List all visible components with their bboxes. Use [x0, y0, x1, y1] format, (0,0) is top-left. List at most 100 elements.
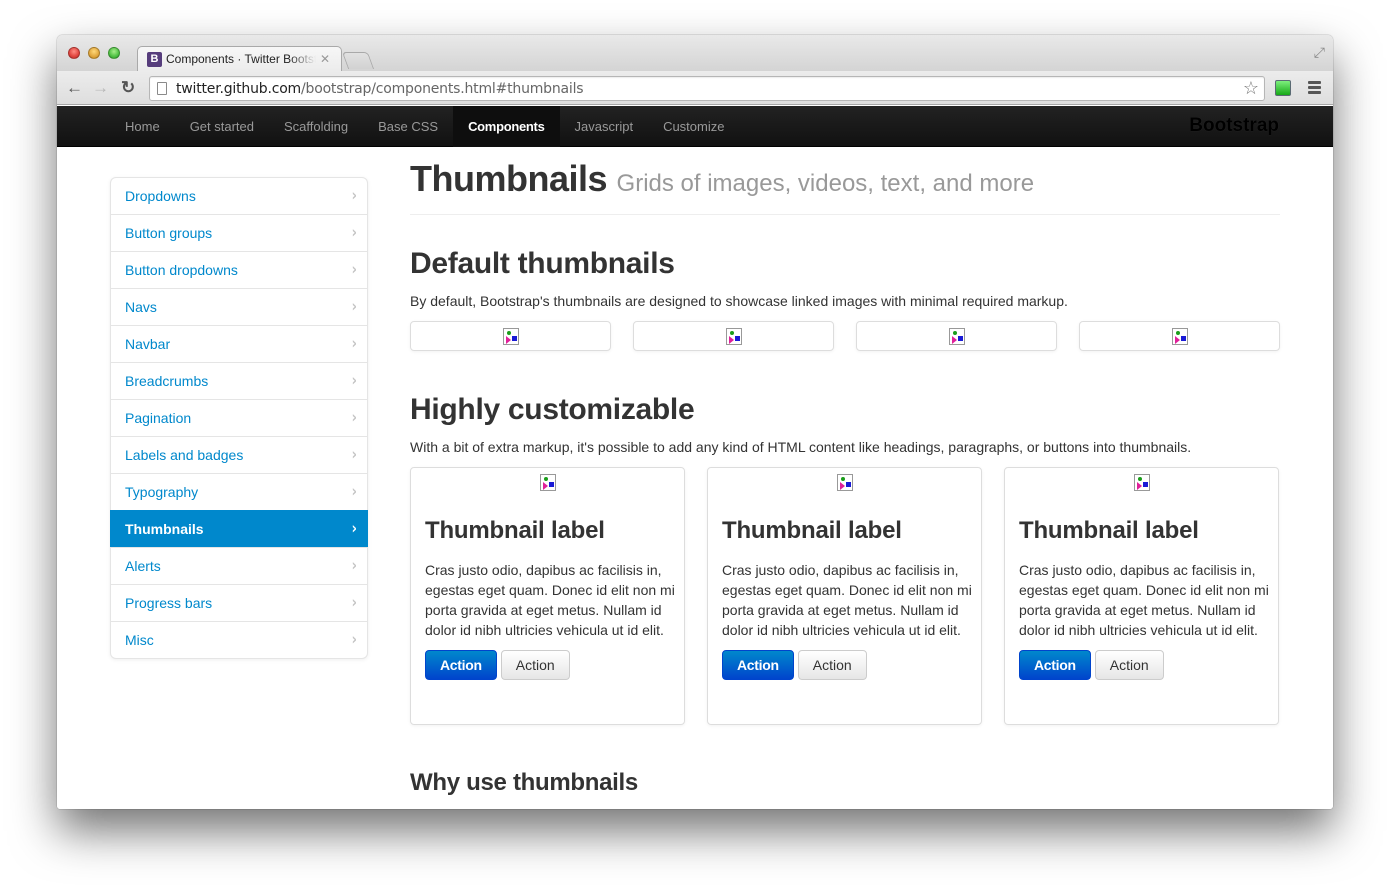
bootstrap-favicon-icon: B: [147, 51, 162, 67]
page-title-text: Thumbnails: [410, 158, 608, 199]
url-host: twitter.github.com: [176, 80, 301, 97]
sidebar-item-alerts[interactable]: Alerts ›: [111, 547, 367, 584]
page-viewport: Home Get started Scaffolding Base CSS Co…: [57, 106, 1333, 809]
thumbnail-link[interactable]: [633, 321, 834, 351]
address-bar[interactable]: twitter.github.com/bootstrap/components.…: [149, 76, 1265, 101]
thumbnail-caption: Thumbnail label Cras justo odio, dapibus…: [722, 517, 972, 680]
close-window-button[interactable]: [68, 47, 80, 59]
sidebar-nav: Dropdowns › Button groups › Button dropdow…: [110, 177, 368, 659]
sidebar-item-label: Button dropdowns: [125, 262, 238, 278]
customizable-description: With a bit of extra markup, it's possibl…: [410, 439, 1192, 455]
extension-monitor-icon[interactable]: [1275, 80, 1291, 96]
tab-close-icon[interactable]: ✕: [320, 52, 330, 66]
browser-tab[interactable]: B Components · Twitter Bootstrap ✕: [137, 46, 342, 71]
sidebar-item-labels-and-badges[interactable]: Labels and badges ›: [111, 436, 367, 473]
thumbnail-text: Cras justo odio, dapibus ac facilisis in…: [722, 562, 972, 638]
default-thumbnails-grid: [410, 321, 1280, 351]
primary-action-button[interactable]: Action: [425, 650, 497, 680]
secondary-action-button[interactable]: Action: [797, 650, 867, 680]
chevron-right-icon: ›: [351, 335, 357, 353]
sidebar-item-label: Pagination: [125, 410, 192, 426]
chevron-right-icon: ›: [351, 483, 357, 501]
broken-image-icon: [948, 327, 965, 345]
chevron-right-icon: ›: [351, 261, 357, 279]
chevron-right-icon: ›: [351, 409, 357, 427]
hamburger-menu-icon[interactable]: [1308, 81, 1321, 96]
sidebar-item-navs[interactable]: Navs ›: [111, 288, 367, 325]
sidebar-item-label: Typography: [125, 484, 199, 500]
primary-action-button[interactable]: Action: [1019, 650, 1091, 680]
sidebar-item-label: Navbar: [125, 336, 171, 352]
chevron-right-icon: ›: [351, 520, 357, 538]
chevron-right-icon: ›: [351, 224, 357, 242]
chevron-right-icon: ›: [351, 446, 357, 464]
chevron-right-icon: ›: [351, 631, 357, 649]
main-content: Thumbnails Grids of images, videos, text…: [410, 147, 1280, 797]
sidebar-item-label: Progress bars: [125, 595, 213, 611]
sidebar-item-misc[interactable]: Misc ›: [111, 621, 367, 658]
fullscreen-icon[interactable]: ⤢: [1314, 44, 1325, 61]
sidebar-item-label: Thumbnails: [125, 521, 204, 537]
chevron-right-icon: ›: [351, 557, 357, 575]
broken-image-icon: [539, 474, 556, 491]
reload-icon[interactable]: ↻: [121, 78, 135, 98]
thumbnail-text: Cras justo odio, dapibus ac facilisis in…: [1019, 562, 1269, 638]
thumbnail-label: Thumbnail label: [425, 517, 605, 544]
chevron-right-icon: ›: [351, 372, 357, 390]
sidebar-item-typography[interactable]: Typography ›: [111, 473, 367, 510]
bookmark-star-icon[interactable]: ☆: [1243, 78, 1259, 99]
page-icon: [157, 82, 167, 95]
navbar-brand[interactable]: Bootstrap: [1189, 115, 1279, 137]
primary-action-button[interactable]: Action: [722, 650, 794, 680]
nav-home[interactable]: Home: [110, 106, 175, 147]
url-path: /bootstrap/components.html#thumbnails: [301, 80, 584, 97]
sidebar-item-breadcrumbs[interactable]: Breadcrumbs ›: [111, 362, 367, 399]
browser-toolbar: ← → ↻ twitter.github.com/bootstrap/compo…: [57, 71, 1333, 105]
thumbnail-caption: Thumbnail label Cras justo odio, dapibus…: [425, 517, 675, 680]
thumbnail-label: Thumbnail label: [1019, 517, 1199, 544]
secondary-action-button[interactable]: Action: [1094, 650, 1164, 680]
browser-window: B Components · Twitter Bootstrap ✕ ⤢ ← →…: [57, 35, 1333, 809]
thumbnail-card: Thumbnail label Cras justo odio, dapibus…: [707, 467, 982, 725]
nav-javascript[interactable]: Javascript: [560, 106, 649, 147]
sidebar-item-label: Misc: [125, 632, 154, 648]
top-navbar: Home Get started Scaffolding Base CSS Co…: [57, 106, 1333, 147]
nav-scaffolding[interactable]: Scaffolding: [269, 106, 363, 147]
broken-image-icon: [1133, 474, 1150, 491]
sidebar-item-label: Dropdowns: [125, 188, 196, 204]
zoom-window-button[interactable]: [108, 47, 120, 59]
nav-customize[interactable]: Customize: [648, 106, 739, 147]
sidebar-item-label: Breadcrumbs: [125, 373, 209, 389]
sidebar-item-progress-bars[interactable]: Progress bars ›: [111, 584, 367, 621]
minimize-window-button[interactable]: [88, 47, 100, 59]
nav-components[interactable]: Components: [453, 106, 560, 147]
sidebar-item-thumbnails[interactable]: Thumbnails ›: [110, 510, 368, 547]
sidebar-item-label: Button groups: [125, 225, 213, 241]
sidebar-item-label: Alerts: [125, 558, 161, 574]
customizable-heading: Highly customizable: [410, 393, 695, 426]
new-tab-button[interactable]: [341, 52, 375, 69]
nav-get-started[interactable]: Get started: [175, 106, 269, 147]
page-header: Thumbnails Grids of images, videos, text…: [410, 147, 1280, 215]
forward-arrow-icon[interactable]: →: [92, 78, 109, 98]
thumbnail-link[interactable]: [1079, 321, 1280, 351]
thumbnail-card: Thumbnail label Cras justo odio, dapibus…: [410, 467, 685, 725]
nav-base-css[interactable]: Base CSS: [363, 106, 453, 147]
sidebar-item-pagination[interactable]: Pagination ›: [111, 399, 367, 436]
back-arrow-icon[interactable]: ←: [66, 78, 83, 98]
sidebar-item-navbar[interactable]: Navbar ›: [111, 325, 367, 362]
default-thumbnails-description: By default, Bootstrap's thumbnails are d…: [410, 293, 1068, 309]
secondary-action-button[interactable]: Action: [500, 650, 570, 680]
thumbnail-link[interactable]: [410, 321, 611, 351]
navbar-links: Home Get started Scaffolding Base CSS Co…: [110, 106, 739, 147]
default-thumbnails-heading: Default thumbnails: [410, 247, 675, 280]
broken-image-icon: [836, 474, 853, 491]
sidebar-item-button-groups[interactable]: Button groups ›: [111, 214, 367, 251]
thumbnail-caption: Thumbnail label Cras justo odio, dapibus…: [1019, 517, 1269, 680]
custom-thumbnails-grid: Thumbnail label Cras justo odio, dapibus…: [410, 467, 1280, 725]
thumbnail-link[interactable]: [856, 321, 1057, 351]
url-text[interactable]: twitter.github.com/bootstrap/components.…: [176, 80, 584, 97]
why-use-thumbnails-heading: Why use thumbnails: [410, 769, 638, 796]
sidebar-item-button-dropdowns[interactable]: Button dropdowns ›: [111, 251, 367, 288]
sidebar-item-dropdowns[interactable]: Dropdowns ›: [111, 178, 367, 214]
